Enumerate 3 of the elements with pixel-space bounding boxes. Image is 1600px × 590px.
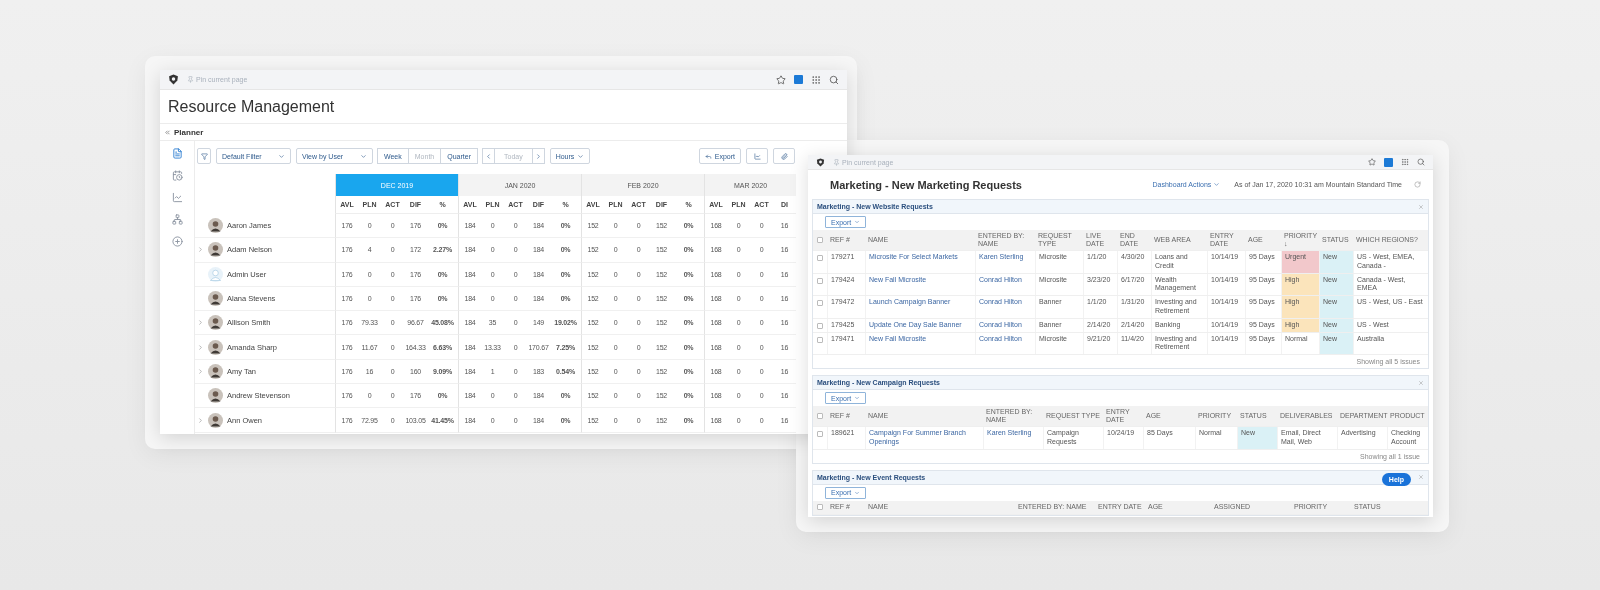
breadcrumb-text: Planner (174, 127, 204, 137)
page-title: Resource Management (168, 97, 335, 116)
page-title: Marketing - New Marketing Requests (830, 178, 1022, 191)
